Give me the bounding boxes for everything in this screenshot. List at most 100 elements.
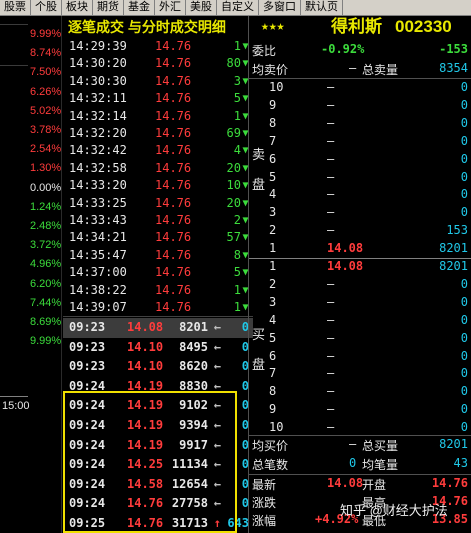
- tick-price: 14.76: [155, 160, 192, 175]
- buy-label-1: 买: [252, 327, 266, 342]
- tick-price: 14.76: [155, 56, 192, 71]
- buy-level-row[interactable]: 9 – 0: [249, 402, 471, 419]
- sell-price: –: [327, 80, 335, 94]
- scale-label: 8.74%: [30, 47, 62, 60]
- sell-level: 4: [269, 187, 277, 202]
- avg-sell-value: –: [349, 61, 357, 75]
- tick-price: 14.76: [155, 91, 192, 106]
- buy-volume: 0: [460, 276, 468, 291]
- buy-price: –: [327, 420, 335, 435]
- tick-row[interactable]: 14:33:25 14.76 20 ▼: [63, 195, 253, 213]
- sell-level: 2: [269, 223, 277, 238]
- buy-price: –: [327, 330, 335, 345]
- buy-level-row[interactable]: 2 – 0: [249, 277, 471, 294]
- tick-time: 14:32:20: [69, 126, 127, 140]
- tick-row[interactable]: 14:37:00 14.76 5 ▼: [63, 264, 253, 282]
- sell-volume: 153: [446, 223, 468, 238]
- tab-4[interactable]: 基金: [124, 0, 155, 16]
- tick-price: 14.76: [155, 126, 192, 140]
- scale-label: 1.24%: [30, 200, 62, 213]
- tick-row[interactable]: 14:30:20 14.76 80 ▼: [63, 55, 253, 73]
- trade-count-value: 0: [349, 456, 357, 470]
- buy-level-row[interactable]: 1 14.08 8201: [249, 259, 471, 276]
- tick-row[interactable]: 14:33:20 14.76 10 ▼: [63, 177, 253, 195]
- buy-level-row[interactable]: 7 – 0: [249, 366, 471, 383]
- auction-row[interactable]: 09:23 14.08 8201 ← 0: [63, 318, 253, 338]
- buy-level: 10: [269, 420, 284, 435]
- sell-volume: 0: [460, 187, 468, 202]
- tab-2[interactable]: 板块: [62, 0, 93, 16]
- scale-label: 4.96%: [30, 258, 62, 271]
- tab-3[interactable]: 期货: [93, 0, 124, 16]
- tick-row[interactable]: 14:32:20 14.76 69 ▼: [63, 125, 253, 143]
- buy-volume: 8201: [439, 259, 468, 273]
- tick-row[interactable]: 14:39:07 14.76 1 ▼: [63, 299, 253, 317]
- sell-level-row[interactable]: 1 14.08 8201: [249, 241, 471, 258]
- buy-level-row[interactable]: 6 – 0: [249, 349, 471, 366]
- tick-volume: 57: [226, 230, 241, 245]
- tick-time: 14:34:21: [69, 230, 127, 245]
- buy-level-row[interactable]: 5 – 0: [249, 331, 471, 348]
- tick-volume: 1: [233, 108, 241, 123]
- buy-volume: 0: [460, 402, 468, 417]
- auction-time: 09:23: [69, 359, 106, 374]
- sell-level-row[interactable]: 6 – 0: [249, 152, 471, 169]
- tick-row[interactable]: 14:32:11 14.76 5 ▼: [63, 90, 253, 108]
- buy-level-row[interactable]: 8 – 0: [249, 384, 471, 401]
- avg-trade-label: 均笔量: [362, 458, 399, 472]
- auction-row[interactable]: 09:23 14.10 8620 ← 0: [63, 357, 253, 377]
- stock-code: 002330: [395, 17, 452, 36]
- last-price-value: 14.08: [327, 476, 364, 490]
- sell-level-row[interactable]: 3 – 0: [249, 205, 471, 222]
- tick-volume: 5: [233, 265, 241, 280]
- tab-1[interactable]: 个股: [31, 0, 62, 16]
- buy-level-row[interactable]: 3 – 0: [249, 295, 471, 312]
- tick-volume: 5: [233, 91, 241, 106]
- auction-row[interactable]: 09:23 14.10 8495 ← 0: [63, 338, 253, 358]
- sell-level-row[interactable]: 10 – 0: [249, 80, 471, 97]
- tick-time: 14:39:07: [69, 300, 127, 314]
- buy-price: –: [327, 294, 335, 309]
- sell-level: 6: [269, 151, 277, 166]
- sell-level: 9: [269, 97, 277, 112]
- tick-row[interactable]: 14:35:47 14.76 8 ▼: [63, 247, 253, 265]
- tick-row[interactable]: 14:38:22 14.76 1 ▼: [63, 282, 253, 300]
- buy-level-row[interactable]: 4 – 0: [249, 313, 471, 330]
- sell-volume: 0: [460, 97, 468, 112]
- tick-price: 14.76: [155, 39, 192, 53]
- left-arrow-icon: ←: [213, 320, 221, 334]
- buy-price: –: [327, 276, 335, 291]
- auction-time: 09:23: [69, 320, 106, 334]
- sell-level-row[interactable]: 7 – 0: [249, 134, 471, 151]
- tick-row[interactable]: 14:33:43 14.76 2 ▼: [63, 212, 253, 230]
- sell-level-row[interactable]: 2 – 153: [249, 223, 471, 240]
- tick-time: 14:32:14: [69, 108, 127, 123]
- tick-row[interactable]: 14:32:14 14.76 1 ▼: [63, 108, 253, 126]
- tab-9[interactable]: 默认页: [301, 0, 343, 16]
- tick-row[interactable]: 14:30:30 14.76 3 ▼: [63, 73, 253, 91]
- scale-label: 2.48%: [30, 220, 62, 232]
- sell-level-row[interactable]: 9 – 0: [249, 98, 471, 115]
- tab-6[interactable]: 美股: [186, 0, 217, 16]
- divider: [249, 78, 471, 79]
- sell-volume: 0: [460, 80, 468, 94]
- tick-row[interactable]: 14:29:39 14.76 1 ▼: [63, 38, 253, 56]
- tab-0[interactable]: 股票: [0, 0, 31, 16]
- buy-volume: 0: [460, 366, 468, 381]
- tick-volume: 10: [226, 178, 241, 193]
- sell-level: 10: [269, 80, 284, 94]
- tick-row[interactable]: 14:34:21 14.76 57 ▼: [63, 229, 253, 247]
- tick-row[interactable]: 14:32:58 14.76 20 ▼: [63, 160, 253, 178]
- tick-volume: 4: [233, 143, 241, 158]
- tick-volume: 1: [233, 282, 241, 297]
- tab-5[interactable]: 外汇: [155, 0, 186, 16]
- tab-7[interactable]: 自定义: [217, 0, 259, 16]
- tick-row[interactable]: 14:32:42 14.76 4 ▼: [63, 142, 253, 160]
- sell-level: 5: [269, 169, 277, 184]
- tick-time: 14:37:00: [69, 265, 127, 280]
- total-buy-label: 总买量: [362, 439, 399, 453]
- sell-level-row[interactable]: 5 – 0: [249, 170, 471, 187]
- sell-level-row[interactable]: 8 – 0: [249, 116, 471, 133]
- sell-level-row[interactable]: 4 – 0: [249, 187, 471, 204]
- tab-8[interactable]: 多窗口: [259, 0, 301, 16]
